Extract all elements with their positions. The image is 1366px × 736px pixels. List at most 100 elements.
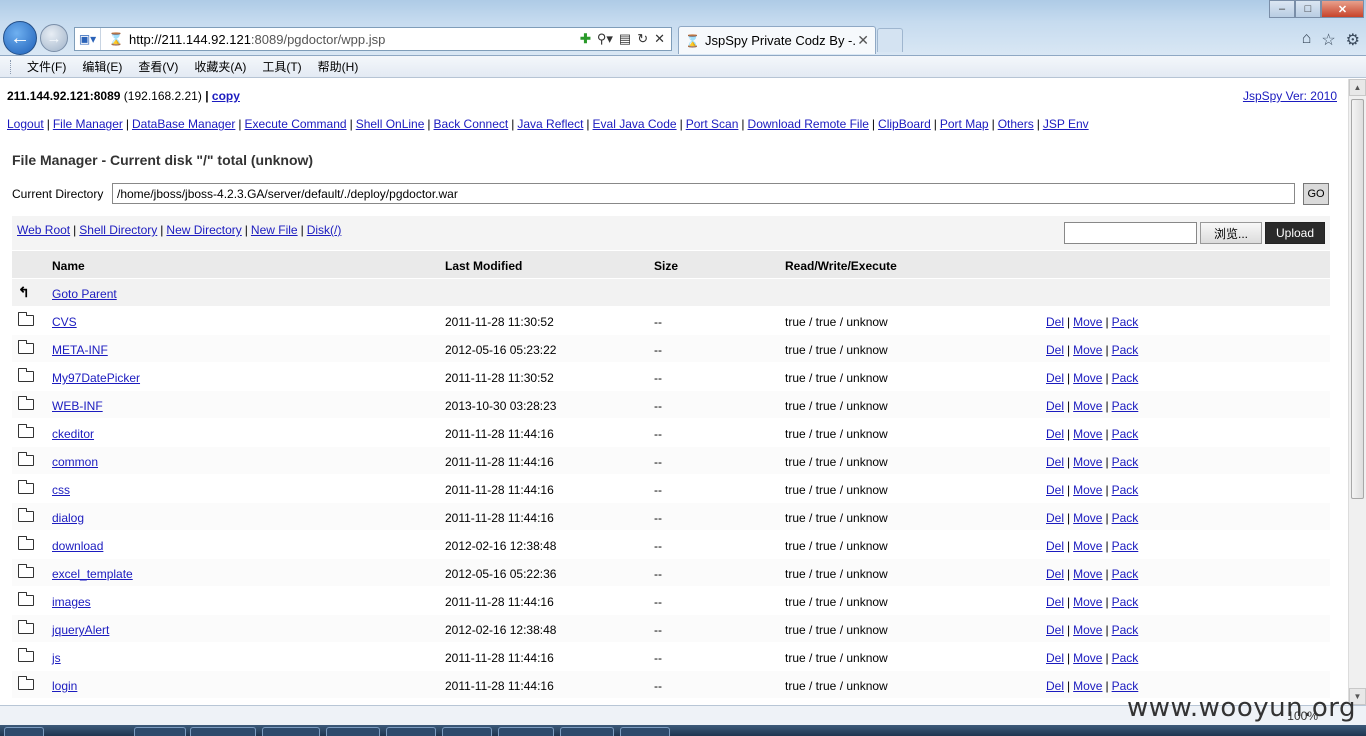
folder-name-link[interactable]: common [52, 455, 98, 469]
folder-name-link[interactable]: dialog [52, 511, 84, 525]
taskbar-app-4[interactable] [326, 727, 380, 736]
tools-gear-icon[interactable]: ⚙ [1346, 30, 1360, 50]
nav-database-manager[interactable]: DataBase Manager [132, 117, 235, 131]
pack-link[interactable]: Pack [1112, 511, 1139, 525]
nav-jsp-env[interactable]: JSP Env [1043, 117, 1089, 131]
folder-name-link[interactable]: login [52, 679, 77, 693]
move-link[interactable]: Move [1073, 511, 1102, 525]
pack-link[interactable]: Pack [1112, 315, 1139, 329]
pack-link[interactable]: Pack [1112, 567, 1139, 581]
back-arrow-icon[interactable]: ← [3, 21, 37, 55]
stop-icon[interactable]: ✕ [654, 31, 665, 47]
nav-port-scan[interactable]: Port Scan [686, 117, 739, 131]
pack-link[interactable]: Pack [1112, 427, 1139, 441]
upload-file-field[interactable] [1064, 222, 1197, 244]
taskbar-app-2[interactable] [190, 727, 256, 736]
nav-execute-command[interactable]: Execute Command [245, 117, 347, 131]
upload-button[interactable]: Upload [1265, 222, 1325, 244]
taskbar-app-8[interactable] [560, 727, 614, 736]
taskbar-app-9[interactable] [620, 727, 670, 736]
folder-name-link[interactable]: CVS [52, 315, 77, 329]
scroll-up-icon[interactable]: ▲ [1349, 79, 1366, 96]
nav-logout[interactable]: Logout [7, 117, 44, 131]
move-link[interactable]: Move [1073, 679, 1102, 693]
move-link[interactable]: Move [1073, 567, 1102, 581]
move-link[interactable]: Move [1073, 595, 1102, 609]
move-link[interactable]: Move [1073, 539, 1102, 553]
disk-root-link[interactable]: Disk(/) [307, 223, 342, 237]
move-link[interactable]: Move [1073, 315, 1102, 329]
move-link[interactable]: Move [1073, 343, 1102, 357]
menu-help[interactable]: 帮助(H) [310, 58, 367, 75]
folder-name-link[interactable]: ckeditor [52, 427, 94, 441]
folder-name-link[interactable]: My97DatePicker [52, 371, 140, 385]
del-link[interactable]: Del [1046, 483, 1064, 497]
menu-favorites[interactable]: 收藏夹(A) [186, 58, 254, 75]
taskbar-app-3[interactable] [262, 727, 320, 736]
folder-name-link[interactable]: images [52, 595, 91, 609]
taskbar-app-5[interactable] [386, 727, 436, 736]
close-window-icon[interactable]: ✕ [1321, 0, 1364, 18]
move-link[interactable]: Move [1073, 399, 1102, 413]
del-link[interactable]: Del [1046, 511, 1064, 525]
new-directory-link[interactable]: New Directory [166, 223, 241, 237]
nav-others[interactable]: Others [998, 117, 1034, 131]
move-link[interactable]: Move [1073, 455, 1102, 469]
new-tab-button[interactable] [877, 28, 903, 52]
forward-arrow-icon[interactable]: → [40, 24, 68, 52]
address-url[interactable]: http://211.144.92.121:8089/pgdoctor/wpp.… [125, 32, 580, 47]
maximize-icon[interactable]: □ [1295, 0, 1321, 18]
compat-view-icon[interactable]: ▤ [619, 31, 631, 47]
start-button[interactable] [4, 727, 44, 736]
folder-name-link[interactable]: WEB-INF [52, 399, 103, 413]
del-link[interactable]: Del [1046, 651, 1064, 665]
menu-view[interactable]: 查看(V) [130, 58, 186, 75]
folder-name-link[interactable]: download [52, 539, 103, 553]
pack-link[interactable]: Pack [1112, 595, 1139, 609]
nav-java-reflect[interactable]: Java Reflect [517, 117, 583, 131]
move-link[interactable]: Move [1073, 483, 1102, 497]
shell-directory-link[interactable]: Shell Directory [79, 223, 157, 237]
menu-tools[interactable]: 工具(T) [254, 58, 309, 75]
nav-eval-java-code[interactable]: Eval Java Code [593, 117, 677, 131]
copy-link[interactable]: copy [212, 89, 240, 103]
browser-tab[interactable]: ⌛ JspSpy Private Codz By -... ✕ [678, 26, 876, 54]
del-link[interactable]: Del [1046, 343, 1064, 357]
pack-link[interactable]: Pack [1112, 539, 1139, 553]
minimize-icon[interactable]: – [1269, 0, 1295, 18]
browse-button[interactable]: 浏览... [1200, 222, 1262, 244]
nav-download-remote-file[interactable]: Download Remote File [748, 117, 869, 131]
go-icon[interactable]: ✚ [580, 31, 591, 47]
pack-link[interactable]: Pack [1112, 483, 1139, 497]
pack-link[interactable]: Pack [1112, 455, 1139, 469]
menu-file[interactable]: 文件(F) [19, 58, 74, 75]
folder-name-link[interactable]: js [52, 651, 61, 665]
nav-back-connect[interactable]: Back Connect [434, 117, 509, 131]
del-link[interactable]: Del [1046, 371, 1064, 385]
favorites-star-icon[interactable]: ☆ [1321, 30, 1335, 50]
nav-file-manager[interactable]: File Manager [53, 117, 123, 131]
taskbar-app-6[interactable] [442, 727, 492, 736]
del-link[interactable]: Del [1046, 595, 1064, 609]
move-link[interactable]: Move [1073, 371, 1102, 385]
refresh-icon[interactable]: ↻ [637, 31, 648, 47]
taskbar-app-1[interactable] [134, 727, 186, 736]
move-link[interactable]: Move [1073, 427, 1102, 441]
go-button[interactable]: GO [1303, 183, 1329, 205]
del-link[interactable]: Del [1046, 427, 1064, 441]
pack-link[interactable]: Pack [1112, 679, 1139, 693]
goto-parent-link[interactable]: Goto Parent [52, 287, 117, 301]
del-link[interactable]: Del [1046, 315, 1064, 329]
search-icon[interactable]: ⚲▾ [597, 31, 613, 47]
del-link[interactable]: Del [1046, 623, 1064, 637]
del-link[interactable]: Del [1046, 539, 1064, 553]
folder-name-link[interactable]: css [52, 483, 70, 497]
pack-link[interactable]: Pack [1112, 399, 1139, 413]
scrollbar-thumb[interactable] [1351, 99, 1364, 499]
move-link[interactable]: Move [1073, 651, 1102, 665]
current-directory-input[interactable] [112, 183, 1295, 204]
vertical-scrollbar[interactable]: ▲ ▼ [1348, 79, 1366, 705]
move-link[interactable]: Move [1073, 623, 1102, 637]
pack-link[interactable]: Pack [1112, 343, 1139, 357]
folder-name-link[interactable]: META-INF [52, 343, 108, 357]
